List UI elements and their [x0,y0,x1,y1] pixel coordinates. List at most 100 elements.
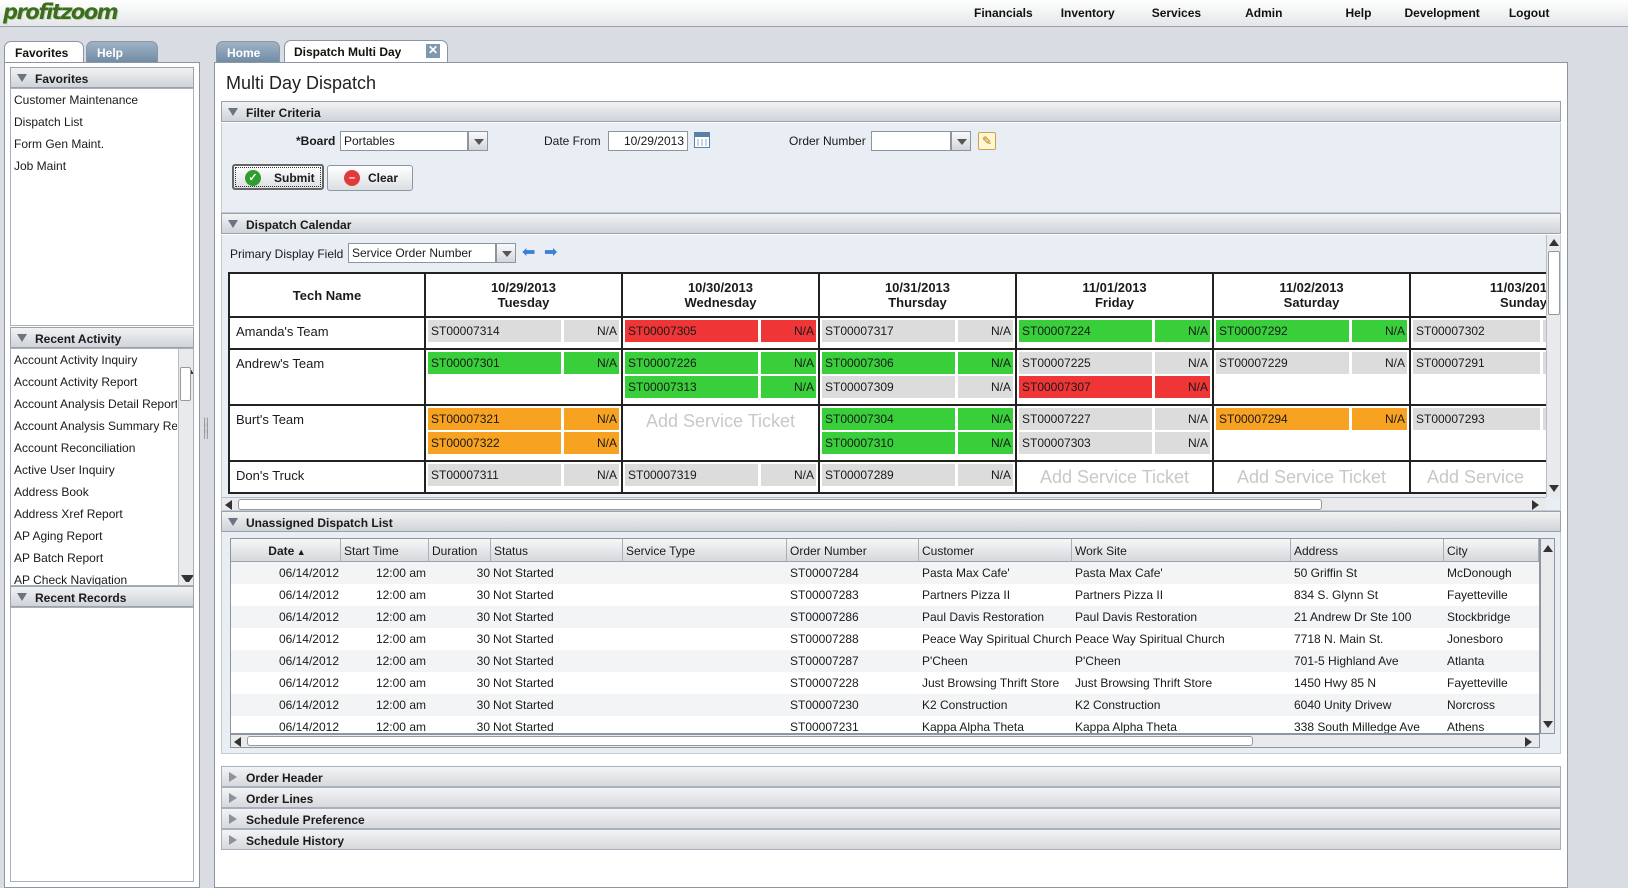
service-ticket[interactable]: ST00007291N/A [1413,352,1560,374]
dispatch-calendar-header[interactable]: Dispatch Calendar [221,213,1561,234]
ticket-number[interactable]: ST00007307 [1019,376,1152,398]
table-row[interactable]: 06/14/2012 12:00 am 30 Not Started ST0000723… [231,694,1539,716]
service-ticket[interactable]: ST00007311 N/A [428,464,619,486]
order-number-input[interactable] [871,131,951,151]
grid-horizontal-scrollbar[interactable] [230,734,1540,748]
column-header-address[interactable]: Address [1291,539,1444,561]
nav-services[interactable]: Services [1152,6,1201,20]
column-header-date[interactable]: Date ▲ [231,539,341,561]
schedule-preference-section[interactable]: Schedule Preference [221,808,1561,829]
order-header-section[interactable]: Order Header [221,766,1561,787]
ticket-number[interactable]: ST00007310 [822,432,955,454]
tab-help[interactable]: Help [86,41,158,63]
dispatch-day-cell[interactable]: Add Service Ticket [1212,460,1411,494]
ticket-number[interactable]: ST00007291 [1413,352,1540,374]
service-ticket[interactable]: ST00007307 N/A [1019,376,1210,398]
close-icon[interactable]: ✕ [426,44,440,58]
dispatch-day-cell[interactable]: ST00007227 N/A ST00007303 N/A [1015,404,1214,462]
ticket-number[interactable]: ST00007294 [1216,408,1349,430]
add-service-ticket-link[interactable]: Add Service Ticket [1019,464,1210,488]
service-ticket[interactable]: ST00007227 N/A [1019,408,1210,430]
ticket-number[interactable]: ST00007229 [1216,352,1349,374]
ticket-number[interactable]: ST00007309 [822,376,955,398]
table-row[interactable]: 06/14/2012 12:00 am 30 Not Started ST0000728… [231,628,1539,650]
tab-home[interactable]: Home [216,41,280,63]
recent-activity-item[interactable]: Account Analysis Detail Report [11,393,177,415]
ticket-number[interactable]: ST00007301 [428,352,561,374]
nav-development[interactable]: Development [1404,6,1479,20]
service-ticket[interactable]: ST00007226 N/A [625,352,816,374]
dispatch-day-cell[interactable]: Add Service [1409,460,1551,494]
recent-activity-item[interactable]: Active User Inquiry [11,459,177,481]
ticket-number[interactable]: ST00007321 [428,408,561,430]
edit-note-icon[interactable]: ✎ [978,132,996,150]
column-header-order-number[interactable]: Order Number [787,539,919,561]
dispatch-day-cell[interactable]: ST00007311 N/A [424,460,623,494]
service-ticket[interactable]: ST00007301 N/A [428,352,619,374]
dispatch-day-cell[interactable]: ST00007301 N/A [424,348,623,406]
scroll-thumb[interactable] [1548,251,1560,315]
ticket-number[interactable]: ST00007292 [1216,320,1349,342]
column-header-status[interactable]: Status [491,539,623,561]
calendar-horizontal-scrollbar[interactable] [222,497,1546,510]
scroll-up-icon[interactable] [1543,545,1553,552]
scroll-thumb[interactable] [180,367,191,401]
dispatch-day-cell[interactable]: ST00007293N/A [1409,404,1560,462]
service-ticket[interactable]: ST00007317 N/A [822,320,1013,342]
favorite-item[interactable]: Customer Maintenance [11,89,193,111]
ticket-number[interactable]: ST00007293 [1413,408,1540,430]
table-row[interactable]: 06/14/2012 12:00 am 30 Not Started ST0000728… [231,562,1539,584]
add-service-ticket-link[interactable]: Add Service [1413,464,1547,488]
ticket-number[interactable]: ST00007313 [625,376,758,398]
service-ticket[interactable]: ST00007229 N/A [1216,352,1407,374]
ticket-number[interactable]: ST00007227 [1019,408,1152,430]
arrow-right-icon[interactable]: ➡ [544,245,557,261]
nav-help[interactable]: Help [1345,6,1371,20]
recent-activity-item[interactable]: AP Check Navigation [11,569,177,585]
dispatch-day-cell[interactable]: ST00007229 N/A [1212,348,1411,406]
table-row[interactable]: 06/14/2012 12:00 am 30 Not Started ST0000728… [231,606,1539,628]
ticket-number[interactable]: ST00007302 [1413,320,1540,342]
scroll-down-icon[interactable] [1543,721,1553,728]
column-header-work-site[interactable]: Work Site [1072,539,1291,561]
dispatch-day-cell[interactable]: ST00007317 N/A [818,316,1017,350]
service-ticket[interactable]: ST00007302N/A [1413,320,1560,342]
panel-splitter[interactable]: || || || [200,418,212,470]
recent-activity-item[interactable]: AP Aging Report [11,525,177,547]
service-ticket[interactable]: ST00007310 N/A [822,432,1013,454]
column-header-city[interactable]: City [1444,539,1539,561]
scroll-right-icon[interactable] [1525,737,1532,747]
dispatch-day-cell[interactable]: ST00007321 N/A ST00007322 N/A [424,404,623,462]
scroll-thumb[interactable] [247,736,1253,746]
recent-activity-item[interactable]: AP Batch Report [11,547,177,569]
service-ticket[interactable]: ST00007313 N/A [625,376,816,398]
service-ticket[interactable]: ST00007321 N/A [428,408,619,430]
table-row[interactable]: 06/14/2012 12:00 am 30 Not Started ST0000728… [231,584,1539,606]
schedule-history-section[interactable]: Schedule History [221,829,1561,850]
dispatch-day-cell[interactable]: ST00007319 N/A [621,460,820,494]
ticket-number[interactable]: ST00007319 [625,464,758,486]
chevron-down-icon[interactable] [496,243,516,263]
service-ticket[interactable]: ST00007322 N/A [428,432,619,454]
table-row[interactable]: 06/14/2012 12:00 am 30 Not Started ST0000728… [231,650,1539,672]
unassigned-list-header[interactable]: Unassigned Dispatch List [221,511,1561,532]
ticket-number[interactable]: ST00007304 [822,408,955,430]
column-header-start-time[interactable]: Start Time [341,539,429,561]
service-ticket[interactable]: ST00007224 N/A [1019,320,1210,342]
ticket-number[interactable]: ST00007303 [1019,432,1152,454]
recent-activity-item[interactable]: Account Activity Inquiry [11,349,177,371]
service-ticket[interactable]: ST00007304 N/A [822,408,1013,430]
calendar-vertical-scrollbar[interactable] [1546,235,1560,497]
dispatch-day-cell[interactable]: ST00007304 N/A ST00007310 N/A [818,404,1017,462]
favorite-item[interactable]: Dispatch List [11,111,193,133]
ticket-number[interactable]: ST00007306 [822,352,955,374]
nav-financials[interactable]: Financials [974,6,1033,20]
dispatch-day-cell[interactable]: ST00007289 N/A [818,460,1017,494]
arrow-left-icon[interactable]: ⬅ [522,245,535,261]
service-ticket[interactable]: ST00007225 N/A [1019,352,1210,374]
favorite-item[interactable]: Job Maint [11,155,193,177]
ticket-number[interactable]: ST00007314 [428,320,561,342]
recent-activity-item[interactable]: Address Book [11,481,177,503]
dispatch-day-cell[interactable]: ST00007294 N/A [1212,404,1411,462]
scroll-right-icon[interactable] [1532,500,1539,510]
